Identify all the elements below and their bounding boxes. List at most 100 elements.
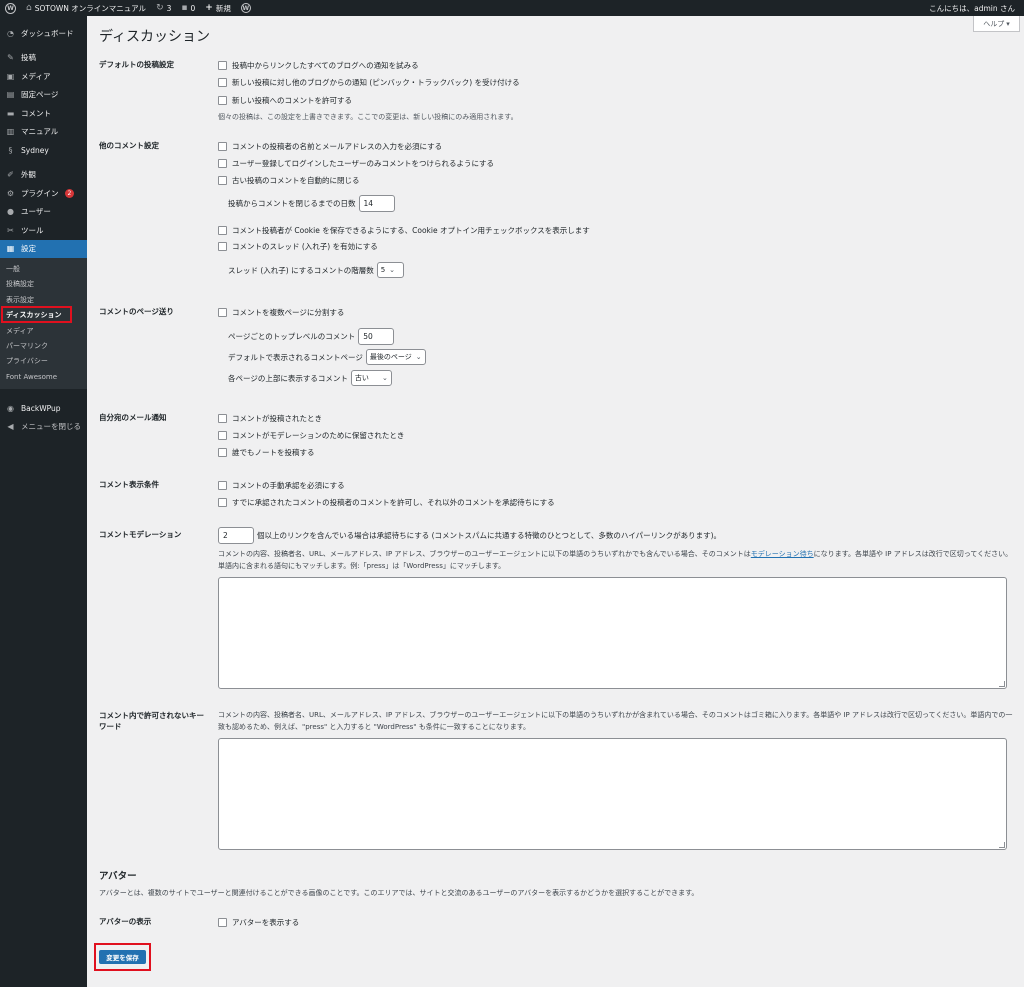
wp-logo-menu[interactable]: W — [0, 0, 21, 16]
checkbox[interactable] — [218, 414, 227, 423]
sidebar-item-label: Sydney — [21, 145, 49, 155]
per-page-row: ページごとのトップレベルのコメント 50 — [228, 328, 395, 345]
checkbox[interactable] — [218, 159, 227, 168]
sidebar-item-label: 投稿 — [21, 53, 36, 63]
pin-icon: ✎ — [7, 53, 14, 63]
sidebar-item-media[interactable]: ▣ メディア — [0, 67, 87, 86]
checkbox[interactable] — [218, 308, 227, 317]
checkbox[interactable] — [218, 481, 227, 490]
option-pingback-notify[interactable]: 投稿中からリンクしたすべてのブログへの通知を試みる — [218, 60, 419, 71]
option-require-name-email[interactable]: コメントの投稿者の名前とメールアドレスの入力を必須にする — [218, 141, 442, 152]
option-close-old-comments[interactable]: 古い投稿のコメントを自動的に閉じる — [218, 175, 360, 186]
sidebar-item-posts[interactable]: ✎ 投稿 — [0, 49, 87, 68]
greeting: こんにちは、admin さん — [929, 3, 1015, 13]
comments-menu[interactable]: ▪ 0 — [176, 0, 200, 16]
wordpress-logo-icon: W — [5, 2, 16, 14]
highlight-box-save — [94, 943, 151, 971]
admin-sidebar: ◔ ダッシュボード ✎ 投稿 ▣ メディア ▤ 固定ページ ▬ コメント ▥ マニュアル §… — [0, 16, 87, 987]
checkbox[interactable] — [218, 176, 227, 185]
close-days-input[interactable]: 14 — [358, 195, 395, 212]
option-previously-approved[interactable]: すでに承認されたコメントの投稿者のコメントを許可し、それ以外のコメントを承認待ち… — [218, 497, 555, 508]
wordpress-circle-icon: W — [240, 3, 251, 13]
option-threaded-comments[interactable]: コメントのスレッド (入れ子) を有効にする — [218, 241, 378, 252]
checkbox[interactable] — [218, 96, 227, 105]
checkbox[interactable] — [218, 918, 227, 927]
thread-depth-label: スレッド (入れ子) にするコメントの階層数 — [228, 265, 374, 275]
default-settings-label: デフォルトの投稿設定 — [99, 60, 174, 69]
resize-grip-icon[interactable] — [999, 681, 1005, 687]
moderation-links-input[interactable]: 2 — [218, 527, 254, 544]
checkbox[interactable] — [218, 448, 227, 457]
option-allow-comments[interactable]: 新しい投稿へのコメントを許可する — [218, 95, 352, 106]
option-email-on-note[interactable]: 誰でもノートを投稿する — [218, 447, 315, 458]
new-content-menu[interactable]: + 新規 — [200, 0, 236, 16]
option-label: コメントの手動承認を必須にする — [232, 481, 345, 490]
sidebar-item-users[interactable]: ● ユーザー — [0, 203, 87, 222]
sidebar-item-settings[interactable]: ▦ 設定 — [0, 239, 87, 258]
help-tab-button[interactable]: ヘルプ ▾ — [973, 16, 1020, 32]
submenu-font-awesome[interactable]: Font Awesome — [0, 370, 87, 385]
site-name-menu[interactable]: ⌂ SOTOWN オンラインマニュアル — [21, 0, 151, 16]
checkbox[interactable] — [218, 78, 227, 87]
submenu-media[interactable]: メディア — [0, 324, 87, 339]
checkbox[interactable] — [218, 142, 227, 151]
option-page-comments[interactable]: コメントを複数ページに分割する — [218, 307, 344, 318]
moderation-keys-textarea[interactable] — [218, 577, 1007, 689]
select-value: 5 — [380, 266, 386, 274]
sidebar-item-label: ユーザー — [21, 207, 51, 217]
sidebar-item-manual[interactable]: ▥ マニュアル — [0, 123, 87, 142]
resize-grip-icon[interactable] — [999, 842, 1005, 848]
account-menu[interactable]: こんにちは、admin さん — [924, 0, 1024, 16]
option-email-on-moderation[interactable]: コメントがモデレーションのために保留されたとき — [218, 430, 404, 441]
updates-count: 3 — [166, 3, 172, 13]
checkbox[interactable] — [218, 498, 227, 507]
moderation-links-text: 個以上のリンクを含んでいる場合は承認待ちにする (コメントスパムに共通する特徴の… — [257, 531, 722, 540]
option-email-on-comment[interactable]: コメントが投稿されたとき — [218, 413, 322, 424]
close-days-label: 投稿からコメントを閉じるまでの日数 — [228, 199, 356, 208]
moderation-queue-link[interactable]: モデレーション待ち — [751, 550, 814, 558]
default-page-select[interactable]: 最後のページ ⌄ — [365, 349, 426, 365]
collapse-menu-button[interactable]: ◀ メニューを閉じる — [0, 418, 87, 437]
thread-depth-select[interactable]: 5 ⌄ — [376, 262, 404, 278]
submenu-general[interactable]: 一般 — [0, 262, 87, 277]
sidebar-item-label: プラグイン — [21, 188, 59, 198]
checkbox[interactable] — [218, 242, 227, 251]
default-settings-note: 個々の投稿は、この設定を上書きできます。ここでの変更は、新しい投稿にのみ適用され… — [218, 113, 518, 121]
checkbox[interactable] — [218, 431, 227, 440]
highlight-box-discussion — [1, 306, 72, 323]
settings-submenu: 一般 投稿設定 表示設定 ディスカッション メディア パーマリンク プライバシー… — [0, 258, 87, 390]
submenu-permalinks[interactable]: パーマリンク — [0, 339, 87, 354]
disallowed-keys-label: コメント内で許可されないキーワード — [99, 711, 204, 731]
close-days-row: 投稿からコメントを閉じるまでの日数 14 — [228, 195, 395, 212]
sidebar-item-comments[interactable]: ▬ コメント — [0, 104, 87, 123]
per-page-input[interactable]: 50 — [358, 328, 395, 345]
wp-circle-menu[interactable]: W — [236, 0, 256, 16]
sidebar-item-sydney[interactable]: § Sydney — [0, 141, 87, 160]
sidebar-item-backwpup[interactable]: ◉ BackWPup — [0, 399, 87, 418]
submenu-writing[interactable]: 投稿設定 — [0, 277, 87, 292]
sidebar-item-tools[interactable]: ✂ ツール — [0, 221, 87, 240]
sidebar-item-pages[interactable]: ▤ 固定ページ — [0, 86, 87, 105]
moderation-links-row: 2 個以上のリンクを含んでいる場合は承認待ちにする (コメントスパムに共通する特… — [218, 527, 721, 544]
checkbox[interactable] — [218, 226, 227, 235]
option-show-avatars[interactable]: アバターを表示する — [218, 917, 299, 928]
option-manual-approval[interactable]: コメントの手動承認を必須にする — [218, 480, 345, 491]
checkbox[interactable] — [218, 61, 227, 70]
top-order-select[interactable]: 古い ⌄ — [350, 370, 392, 386]
submenu-privacy[interactable]: プライバシー — [0, 354, 87, 369]
option-allow-pingbacks[interactable]: 新しい投稿に対し他のブログからの通知 (ピンバック・トラックバック) を受け付け… — [218, 77, 520, 88]
page-icon: ▤ — [6, 90, 15, 100]
disallowed-keys-textarea[interactable] — [218, 738, 1007, 850]
page-title: ディスカッション — [99, 29, 211, 45]
comment-icon: ▬ — [6, 108, 15, 118]
sidebar-item-appearance[interactable]: ✐ 外観 — [0, 166, 87, 185]
sidebar-item-plugins[interactable]: ⚙ プラグイン 2 — [0, 184, 87, 203]
option-registered-only[interactable]: ユーザー登録してログインしたユーザーのみコメントをつけられるようにする — [218, 158, 494, 169]
option-cookie-optin[interactable]: コメント投稿者が Cookie を保存できるようにする、Cookie オプトイン… — [218, 225, 590, 236]
updates-menu[interactable]: ↻ 3 — [151, 0, 176, 16]
option-label: コメントの投稿者の名前とメールアドレスの入力を必須にする — [232, 142, 443, 151]
sidebar-item-label: コメント — [21, 108, 51, 118]
sidebar-item-dashboard[interactable]: ◔ ダッシュボード — [0, 24, 87, 43]
avatar-heading: アバター — [99, 871, 137, 882]
dashboard-icon: ◔ — [7, 28, 14, 38]
